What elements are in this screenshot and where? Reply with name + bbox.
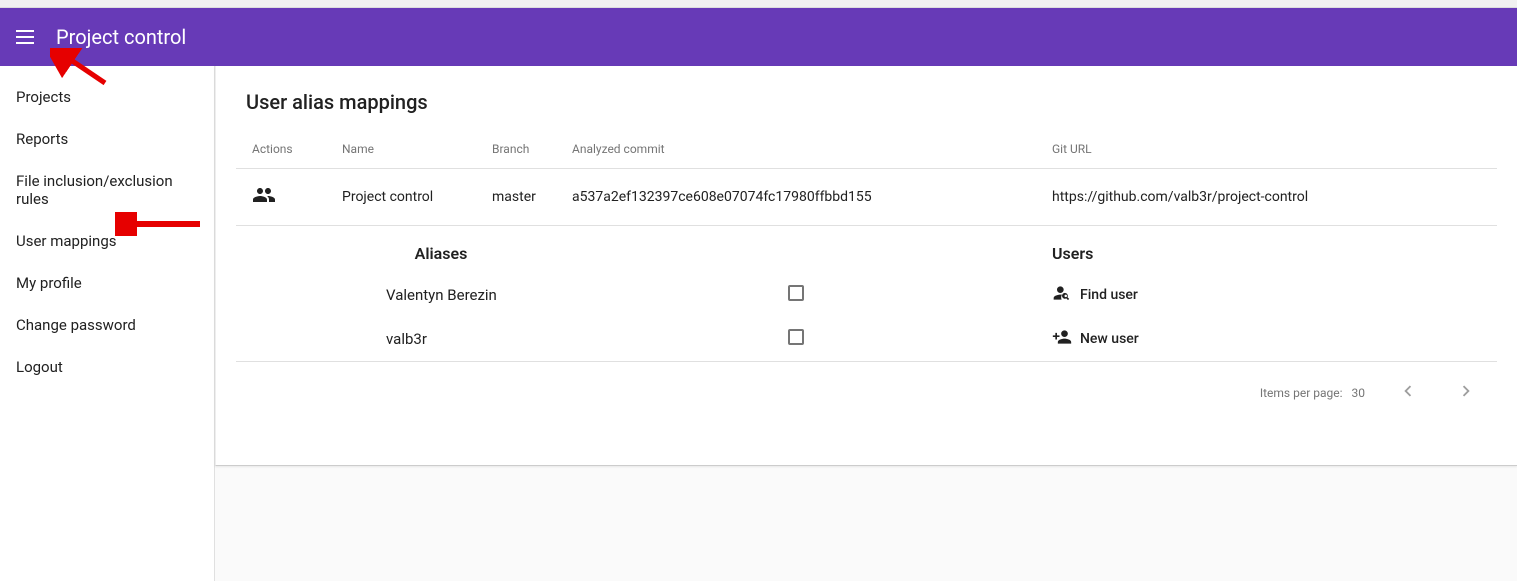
sidebar-item-change-password[interactable]: Change password xyxy=(0,304,214,346)
col-name: Name xyxy=(326,130,476,169)
page-title: User alias mappings xyxy=(246,90,1497,114)
paginator: Items per page: 30 xyxy=(252,376,1481,409)
find-user-label: Find user xyxy=(1080,287,1138,303)
col-giturl: Git URL xyxy=(1036,130,1497,169)
col-actions: Actions xyxy=(236,130,326,169)
sidebar-item-logout[interactable]: Logout xyxy=(0,346,214,388)
sidebar-item-reports[interactable]: Reports xyxy=(0,118,214,160)
table-header-row: Actions Name Branch Analyzed commit Git … xyxy=(236,130,1497,169)
sidebar-item-label: My profile xyxy=(16,274,82,292)
sidebar-item-label: Change password xyxy=(16,316,136,334)
alias-name: valb3r xyxy=(326,317,556,362)
sidebar: Projects Reports File inclusion/exclusio… xyxy=(0,66,215,581)
app-body: Projects Reports File inclusion/exclusio… xyxy=(0,66,1517,581)
sidebar-item-my-profile[interactable]: My profile xyxy=(0,262,214,304)
menu-icon[interactable] xyxy=(16,25,40,49)
table-row: Project control master a537a2ef132397ce6… xyxy=(236,169,1497,226)
sidebar-item-label: File inclusion/exclusion rules xyxy=(16,172,173,208)
app-root: Project control Projects Reports File in… xyxy=(0,8,1517,581)
find-user-button[interactable]: Find user xyxy=(1052,283,1138,307)
paginator-size: 30 xyxy=(1352,386,1366,400)
sidebar-item-user-mappings[interactable]: User mappings xyxy=(0,220,214,262)
main-content: User alias mappings Actions Name Bran xyxy=(215,66,1517,581)
chevron-left-icon xyxy=(1397,391,1419,405)
sidebar-item-projects[interactable]: Projects xyxy=(0,76,214,118)
alias-row: valb3r New user xyxy=(236,317,1497,362)
sidebar-item-label: User mappings xyxy=(16,232,116,250)
app-header: Project control xyxy=(0,8,1517,66)
person-add-icon xyxy=(1052,327,1072,351)
cell-branch: master xyxy=(476,169,556,226)
alias-row: Valentyn Berezin Find user xyxy=(236,273,1497,317)
sub-headers-row: Aliases Users xyxy=(236,226,1497,274)
sidebar-item-label: Projects xyxy=(16,88,71,106)
app-title: Project control xyxy=(56,25,186,49)
aliases-header: Aliases xyxy=(326,226,556,274)
chevron-right-icon xyxy=(1455,391,1477,405)
sidebar-item-label: Logout xyxy=(16,358,63,376)
content-card: User alias mappings Actions Name Bran xyxy=(215,66,1517,466)
cell-name: Project control xyxy=(326,169,476,226)
alias-checkbox[interactable] xyxy=(788,329,804,345)
paginator-row: Items per page: 30 xyxy=(236,362,1497,424)
users-header: Users xyxy=(1036,226,1497,274)
alias-name: Valentyn Berezin xyxy=(326,273,556,317)
mappings-table: Actions Name Branch Analyzed commit Git … xyxy=(236,130,1497,423)
prev-page-button[interactable] xyxy=(1393,376,1423,409)
sidebar-item-file-rules[interactable]: File inclusion/exclusion rules xyxy=(0,160,214,220)
next-page-button[interactable] xyxy=(1451,376,1481,409)
alias-checkbox[interactable] xyxy=(788,285,804,301)
paginator-label: Items per page: xyxy=(1260,386,1343,400)
browser-chrome xyxy=(0,0,1517,8)
new-user-button[interactable]: New user xyxy=(1052,327,1139,351)
col-commit: Analyzed commit xyxy=(556,130,1036,169)
person-search-icon xyxy=(1052,283,1072,307)
sidebar-item-label: Reports xyxy=(16,130,68,148)
cell-giturl: https://github.com/valb3r/project-contro… xyxy=(1036,169,1497,226)
group-icon[interactable] xyxy=(252,195,276,211)
cell-commit: a537a2ef132397ce608e07074fc17980ffbbd155 xyxy=(556,169,1036,226)
col-branch: Branch xyxy=(476,130,556,169)
new-user-label: New user xyxy=(1080,331,1139,347)
